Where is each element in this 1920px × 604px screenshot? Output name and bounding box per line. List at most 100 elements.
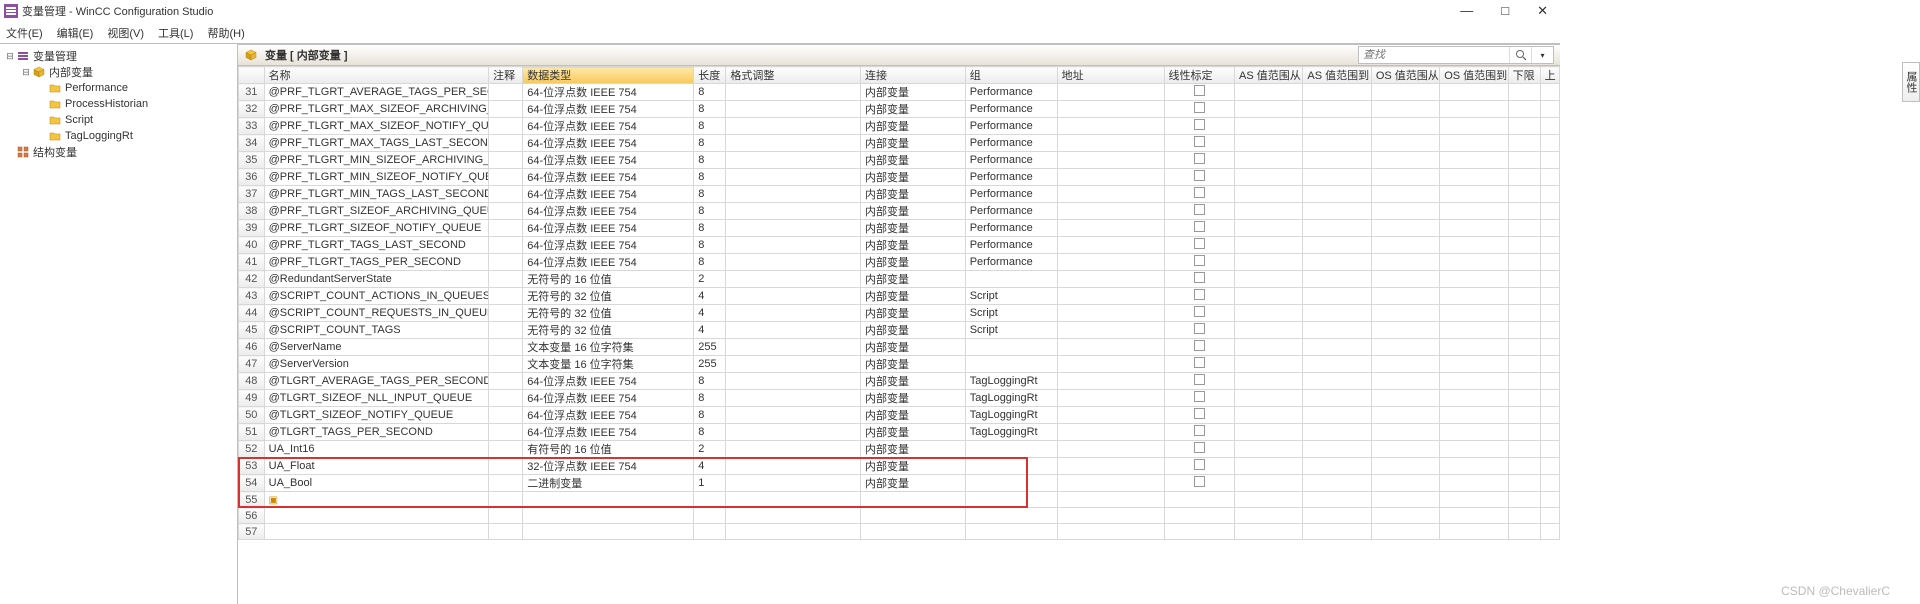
cell[interactable] <box>1235 186 1303 203</box>
cell[interactable]: TagLoggingRt <box>965 373 1057 390</box>
cell[interactable]: 8 <box>694 203 726 220</box>
cell[interactable] <box>1235 390 1303 407</box>
cell[interactable] <box>1508 305 1540 322</box>
cell[interactable] <box>1508 373 1540 390</box>
column-header[interactable]: 格式调整 <box>726 67 861 84</box>
cell[interactable] <box>726 237 861 254</box>
cell[interactable]: 64-位浮点数 IEEE 754 <box>523 152 694 169</box>
menu-file[interactable]: 文件(E) <box>6 25 43 41</box>
checkbox[interactable] <box>1194 289 1205 300</box>
table-row[interactable]: 46@ServerName文本变量 16 位字符集255内部变量 <box>239 339 1560 356</box>
table-row[interactable]: 52UA_Int16有符号的 16 位值2内部变量 <box>239 441 1560 458</box>
cell[interactable] <box>1371 373 1439 390</box>
cell[interactable] <box>726 186 861 203</box>
cell[interactable] <box>1508 339 1540 356</box>
cell[interactable] <box>1235 441 1303 458</box>
cell[interactable] <box>965 441 1057 458</box>
cell[interactable]: @PRF_TLGRT_MIN_TAGS_LAST_SECOND <box>264 186 488 203</box>
table-row[interactable]: 41@PRF_TLGRT_TAGS_PER_SECOND64-位浮点数 IEEE… <box>239 254 1560 271</box>
cell[interactable] <box>1057 390 1164 407</box>
cell[interactable] <box>1371 475 1439 492</box>
cell[interactable] <box>1303 441 1371 458</box>
cell[interactable]: 无符号的 32 位值 <box>523 305 694 322</box>
cell[interactable]: @ServerVersion <box>264 356 488 373</box>
cell[interactable]: 内部变量 <box>860 169 965 186</box>
cell[interactable] <box>489 390 523 407</box>
cell[interactable] <box>965 271 1057 288</box>
cell[interactable] <box>1371 118 1439 135</box>
cell[interactable] <box>1440 356 1508 373</box>
cell[interactable]: @PRF_TLGRT_MIN_SIZEOF_ARCHIVING_QUEUE <box>264 152 488 169</box>
cell[interactable] <box>1540 475 1559 492</box>
cell[interactable] <box>1508 254 1540 271</box>
cell[interactable] <box>1371 356 1439 373</box>
column-header[interactable]: 组 <box>965 67 1057 84</box>
cell[interactable] <box>489 237 523 254</box>
cell[interactable] <box>1235 101 1303 118</box>
cell[interactable] <box>1164 84 1235 101</box>
cell[interactable] <box>1371 220 1439 237</box>
cell[interactable] <box>1057 424 1164 441</box>
cell[interactable]: Performance <box>965 203 1057 220</box>
cell[interactable] <box>1303 458 1371 475</box>
cell[interactable] <box>489 186 523 203</box>
cell[interactable]: TagLoggingRt <box>965 407 1057 424</box>
checkbox[interactable] <box>1194 238 1205 249</box>
column-header[interactable]: 长度 <box>694 67 726 84</box>
cell[interactable] <box>726 101 861 118</box>
cell[interactable] <box>489 135 523 152</box>
cell[interactable]: Performance <box>965 186 1057 203</box>
cell[interactable] <box>694 524 726 540</box>
cell[interactable] <box>1235 271 1303 288</box>
column-header[interactable]: OS 值范围从 <box>1371 67 1439 84</box>
cell[interactable]: TagLoggingRt <box>965 424 1057 441</box>
cell[interactable]: @TLGRT_SIZEOF_NLL_INPUT_QUEUE <box>264 390 488 407</box>
cell[interactable] <box>523 492 694 508</box>
cell[interactable]: Performance <box>965 169 1057 186</box>
cell[interactable] <box>1235 407 1303 424</box>
cell[interactable] <box>1057 203 1164 220</box>
cell[interactable] <box>1235 373 1303 390</box>
cell[interactable]: 2 <box>694 441 726 458</box>
cell[interactable] <box>1508 135 1540 152</box>
cell[interactable] <box>1540 322 1559 339</box>
cell[interactable]: @SCRIPT_COUNT_TAGS <box>264 322 488 339</box>
table-row[interactable]: 51@TLGRT_TAGS_PER_SECOND64-位浮点数 IEEE 754… <box>239 424 1560 441</box>
cell[interactable] <box>965 339 1057 356</box>
cell[interactable] <box>1540 220 1559 237</box>
properties-tab[interactable]: 属性 <box>1902 62 1920 102</box>
cell[interactable]: 内部变量 <box>860 356 965 373</box>
cell[interactable] <box>1235 118 1303 135</box>
cell[interactable] <box>1540 492 1559 508</box>
table-row[interactable]: 34@PRF_TLGRT_MAX_TAGS_LAST_SECOND64-位浮点数… <box>239 135 1560 152</box>
cell[interactable] <box>1508 169 1540 186</box>
cell[interactable] <box>1057 254 1164 271</box>
cell[interactable] <box>1540 271 1559 288</box>
cell[interactable] <box>1057 492 1164 508</box>
cell[interactable] <box>1235 305 1303 322</box>
cell[interactable] <box>1057 271 1164 288</box>
cell[interactable] <box>1164 356 1235 373</box>
cell[interactable]: 内部变量 <box>860 390 965 407</box>
cell[interactable] <box>1164 441 1235 458</box>
cell[interactable] <box>1371 390 1439 407</box>
cell[interactable] <box>1440 424 1508 441</box>
cell[interactable] <box>1164 288 1235 305</box>
cell[interactable]: 255 <box>694 356 726 373</box>
cell[interactable] <box>1508 203 1540 220</box>
table-row[interactable]: 40@PRF_TLGRT_TAGS_LAST_SECOND64-位浮点数 IEE… <box>239 237 1560 254</box>
column-header[interactable]: OS 值范围到 <box>1440 67 1508 84</box>
table-row[interactable]: 57 <box>239 524 1560 540</box>
cell[interactable]: 内部变量 <box>860 135 965 152</box>
cell[interactable] <box>1371 508 1439 524</box>
cell[interactable]: 内部变量 <box>860 458 965 475</box>
cell[interactable] <box>1440 458 1508 475</box>
maximize-button[interactable]: □ <box>1501 3 1509 19</box>
cell[interactable] <box>965 508 1057 524</box>
cell[interactable] <box>1235 424 1303 441</box>
cell[interactable]: 8 <box>694 424 726 441</box>
cell[interactable] <box>1057 118 1164 135</box>
cell[interactable] <box>726 356 861 373</box>
cell[interactable] <box>1235 475 1303 492</box>
cell[interactable] <box>726 254 861 271</box>
